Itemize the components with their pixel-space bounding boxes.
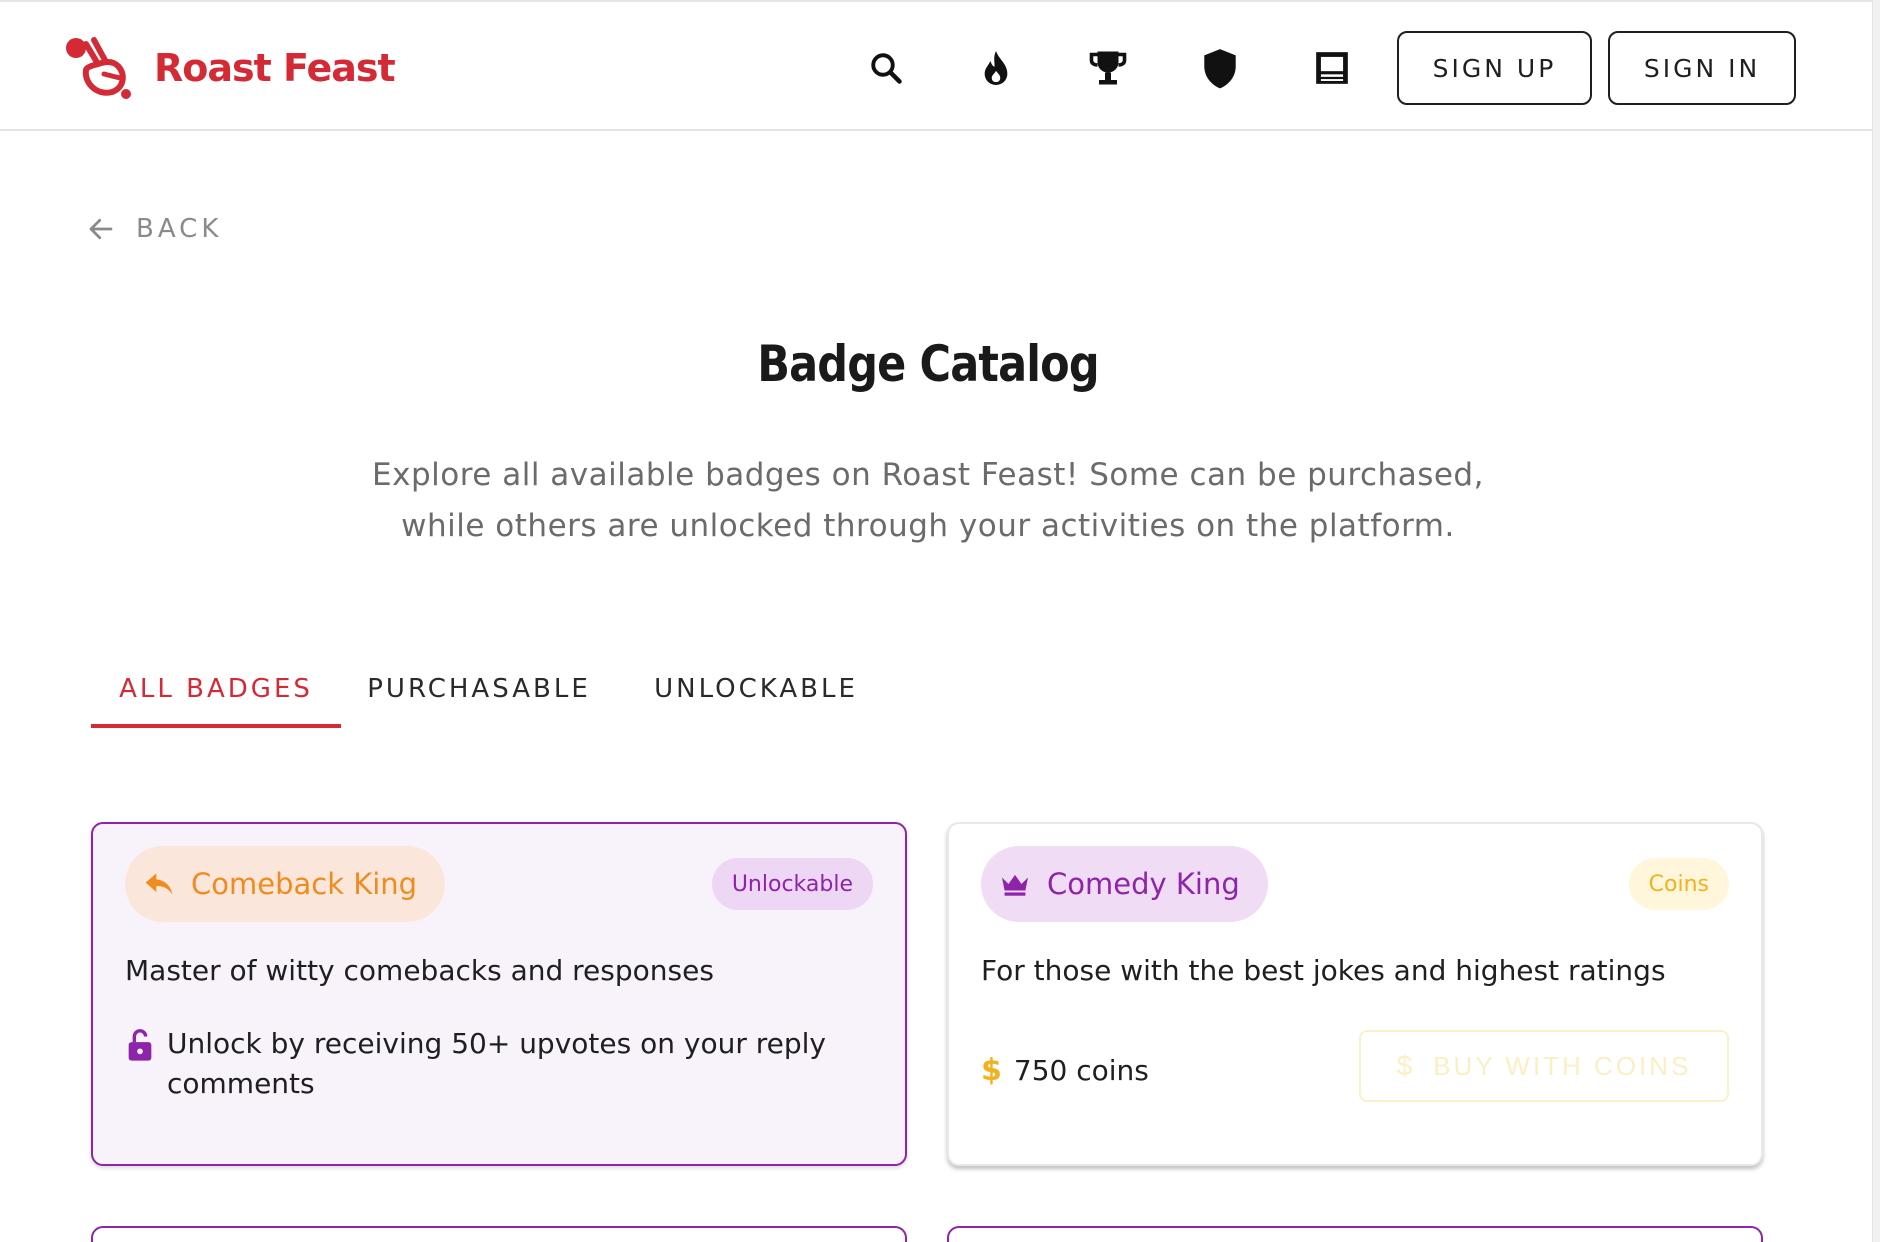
logo[interactable]: Roast Feast: [64, 34, 396, 102]
badge-card-comeback-king[interactable]: Comeback King Unlockable Master of witty…: [91, 822, 907, 1166]
badge-name: Comeback King: [191, 867, 418, 901]
tab-all-badges[interactable]: ALL BADGES: [91, 650, 341, 728]
buy-with-coins-button[interactable]: $ BUY WITH COINS: [1359, 1030, 1729, 1102]
badge-name: Comedy King: [1047, 867, 1240, 901]
panel-icon[interactable]: [1304, 40, 1360, 96]
reply-icon: [145, 873, 173, 895]
dollar-icon: $: [981, 1052, 1002, 1088]
fire-icon[interactable]: [968, 40, 1024, 96]
badge-pill: Comedy King: [981, 846, 1268, 922]
unlock-requirement: Unlock by receiving 50+ upvotes on your …: [125, 1024, 865, 1104]
badge-description: Master of witty comebacks and responses: [125, 954, 714, 987]
type-chip: Coins: [1628, 858, 1729, 910]
badge-card-peek[interactable]: [91, 1226, 907, 1242]
subtitle-line-1: Explore all available badges on Roast Fe…: [372, 457, 1484, 493]
price-row: $ 750 coins: [981, 1042, 1149, 1098]
logo-hand-icon: [66, 37, 131, 99]
badge-card-peek[interactable]: [947, 1226, 1763, 1242]
search-icon[interactable]: [858, 40, 914, 96]
dollar-icon: $: [1396, 1050, 1416, 1081]
page-subtitle: Explore all available badges on Roast Fe…: [300, 450, 1556, 552]
back-label: BACK: [136, 214, 223, 244]
subtitle-line-2: while others are unlocked through your a…: [401, 508, 1455, 544]
unlock-text-line-2: comments: [167, 1067, 315, 1100]
back-link[interactable]: BACK: [86, 209, 222, 249]
buy-button-label: BUY WITH COINS: [1433, 1050, 1692, 1081]
window-edge: [1872, 0, 1880, 1242]
type-chip: Unlockable: [711, 858, 873, 910]
tab-unlockable[interactable]: UNLOCKABLE: [651, 650, 861, 728]
unlock-text-line-1: Unlock by receiving 50+ upvotes on your …: [167, 1027, 826, 1060]
shield-icon[interactable]: [1192, 40, 1248, 96]
badge-pill: Comeback King: [125, 846, 446, 922]
badge-description: For those with the best jokes and highes…: [981, 954, 1666, 987]
price-text: 750 coins: [1013, 1053, 1149, 1087]
active-tab-indicator: [91, 724, 341, 728]
badge-card-comedy-king[interactable]: Comedy King Coins For those with the bes…: [947, 822, 1763, 1166]
tab-purchasable[interactable]: PURCHASABLE: [361, 650, 597, 728]
trophy-icon[interactable]: [1080, 40, 1136, 96]
top-header: Roast Feast SIGN UP SIGN IN: [0, 0, 1872, 131]
lock-open-icon: [128, 1029, 152, 1061]
crown-icon: [1002, 874, 1028, 896]
sign-in-button[interactable]: SIGN IN: [1608, 31, 1796, 105]
arrow-left-icon: [89, 218, 113, 240]
logo-text: Roast Feast: [154, 46, 396, 90]
page: Roast Feast SIGN UP SIGN IN BACK Badge C…: [0, 0, 1880, 1242]
sign-up-button[interactable]: SIGN UP: [1397, 31, 1592, 105]
page-title: Badge Catalog: [757, 335, 1099, 393]
